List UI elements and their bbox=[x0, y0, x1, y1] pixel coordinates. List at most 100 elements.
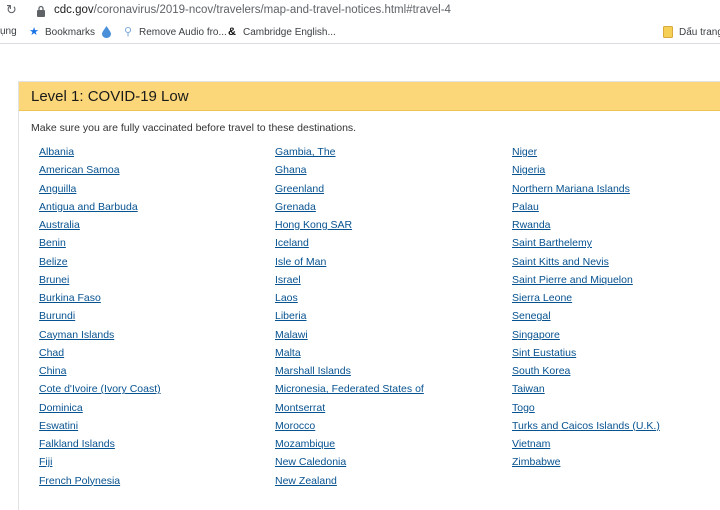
destination-link[interactable]: Australia bbox=[39, 219, 80, 231]
list-item: Turks and Caicos Islands (U.K.) bbox=[512, 420, 660, 438]
destination-link[interactable]: Laos bbox=[275, 292, 298, 304]
list-item: Laos bbox=[275, 292, 424, 310]
list-item: Dominica bbox=[39, 402, 161, 420]
bookmark-label: Bookmarks bbox=[45, 26, 96, 38]
star-icon: ★ bbox=[29, 26, 39, 38]
list-item: Greenland bbox=[275, 183, 424, 201]
destination-link[interactable]: New Zealand bbox=[275, 475, 337, 487]
destination-link[interactable]: Isle of Man bbox=[275, 256, 326, 268]
destination-link[interactable]: Fiji bbox=[39, 456, 52, 468]
address-bar[interactable]: ↻ cdc.gov/coronavirus/2019-ncov/traveler… bbox=[0, 0, 720, 22]
destination-link[interactable]: Sierra Leone bbox=[512, 292, 572, 304]
destination-link[interactable]: Sint Eustatius bbox=[512, 347, 576, 359]
destination-link[interactable]: Vietnam bbox=[512, 438, 550, 450]
list-item: Hong Kong SAR bbox=[275, 219, 424, 237]
destination-link[interactable]: Turks and Caicos Islands (U.K.) bbox=[512, 420, 660, 432]
destination-column-3: Niger Nigeria Northern Mariana Islands Pala… bbox=[512, 146, 660, 475]
list-item: Liberia bbox=[275, 310, 424, 328]
bookmark-item-remove-audio[interactable]: ⚲ Remove Audio fro... bbox=[122, 26, 227, 38]
destination-link[interactable]: Niger bbox=[512, 146, 537, 158]
destination-link[interactable]: Taiwan bbox=[512, 383, 545, 395]
url-host: cdc.gov bbox=[54, 4, 94, 16]
list-item: Vietnam bbox=[512, 438, 660, 456]
destination-link[interactable]: Eswatini bbox=[39, 420, 78, 432]
destination-link[interactable]: Dominica bbox=[39, 402, 83, 414]
destination-link[interactable]: China bbox=[39, 365, 66, 377]
destination-link[interactable]: Brunei bbox=[39, 274, 69, 286]
bookmark-item-drop[interactable] bbox=[100, 26, 117, 38]
bookmarks-bar: ụng ★ Bookmarks ⚲ Remove Audio fro... & Cam… bbox=[0, 22, 720, 44]
destination-link[interactable]: American Samoa bbox=[39, 164, 120, 176]
destination-link[interactable]: New Caledonia bbox=[275, 456, 346, 468]
list-item: Marshall Islands bbox=[275, 365, 424, 383]
destination-link[interactable]: Saint Barthelemy bbox=[512, 237, 592, 249]
destination-link[interactable]: Burundi bbox=[39, 310, 75, 322]
page-content: Level 1: COVID-19 Low Make sure you are … bbox=[0, 45, 720, 510]
bookmark-item-cut[interactable]: ụng bbox=[0, 26, 17, 37]
destination-link[interactable]: Israel bbox=[275, 274, 301, 286]
destination-link[interactable]: Anguilla bbox=[39, 183, 76, 195]
destination-link[interactable]: Nigeria bbox=[512, 164, 545, 176]
destination-link[interactable]: Ghana bbox=[275, 164, 307, 176]
destination-link[interactable]: Malawi bbox=[275, 329, 308, 341]
destination-link[interactable]: Liberia bbox=[275, 310, 307, 322]
destination-link[interactable]: Burkina Faso bbox=[39, 292, 101, 304]
list-item: Saint Kitts and Nevis bbox=[512, 256, 660, 274]
destination-link[interactable]: Chad bbox=[39, 347, 64, 359]
destination-link[interactable]: Cote d'Ivoire (Ivory Coast) bbox=[39, 383, 161, 395]
bookmark-folder-dau-trang[interactable]: Dấu trang bbox=[662, 26, 720, 38]
list-item: Mozambique bbox=[275, 438, 424, 456]
ampersand-icon: & bbox=[228, 26, 236, 38]
bookmark-item-cambridge[interactable]: & Cambridge English... bbox=[226, 26, 336, 38]
panel-header: Level 1: COVID-19 Low bbox=[19, 82, 720, 111]
destination-link[interactable]: Montserrat bbox=[275, 402, 325, 414]
destination-link[interactable]: Rwanda bbox=[512, 219, 551, 231]
destination-link[interactable]: Northern Mariana Islands bbox=[512, 183, 630, 195]
destination-link[interactable]: Antigua and Barbuda bbox=[39, 201, 138, 213]
drop-icon bbox=[100, 26, 112, 38]
destination-link[interactable]: Mozambique bbox=[275, 438, 335, 450]
destination-link[interactable]: Cayman Islands bbox=[39, 329, 114, 341]
reload-icon[interactable]: ↻ bbox=[6, 3, 20, 17]
destination-link[interactable]: Albania bbox=[39, 146, 74, 158]
list-item: Sint Eustatius bbox=[512, 347, 660, 365]
destination-link[interactable]: Zimbabwe bbox=[512, 456, 560, 468]
destination-link[interactable]: Palau bbox=[512, 201, 539, 213]
list-item: Iceland bbox=[275, 237, 424, 255]
list-item: Burundi bbox=[39, 310, 161, 328]
destination-link[interactable]: Togo bbox=[512, 402, 535, 414]
destination-link[interactable]: Senegal bbox=[512, 310, 551, 322]
destination-link[interactable]: Benin bbox=[39, 237, 66, 249]
destination-link[interactable]: Micronesia, Federated States of bbox=[275, 383, 424, 395]
list-item: French Polynesia bbox=[39, 475, 161, 493]
destination-link[interactable]: Hong Kong SAR bbox=[275, 219, 352, 231]
destination-link[interactable]: Marshall Islands bbox=[275, 365, 351, 377]
destination-link[interactable]: South Korea bbox=[512, 365, 570, 377]
destination-link[interactable]: Saint Kitts and Nevis bbox=[512, 256, 609, 268]
list-item: Anguilla bbox=[39, 183, 161, 201]
destination-link[interactable]: Iceland bbox=[275, 237, 309, 249]
list-item: Gambia, The bbox=[275, 146, 424, 164]
lock-icon[interactable] bbox=[36, 4, 46, 17]
destination-link[interactable]: Morocco bbox=[275, 420, 315, 432]
folder-icon bbox=[662, 26, 674, 38]
bookmark-label: Dấu trang bbox=[679, 26, 720, 38]
destination-link[interactable]: Malta bbox=[275, 347, 301, 359]
list-item: Taiwan bbox=[512, 383, 660, 401]
destination-link[interactable]: Belize bbox=[39, 256, 68, 268]
destination-link[interactable]: Greenland bbox=[275, 183, 324, 195]
destination-link[interactable]: Saint Pierre and Miquelon bbox=[512, 274, 633, 286]
url-text[interactable]: cdc.gov/coronavirus/2019-ncov/travelers/… bbox=[54, 4, 451, 16]
panel-intro: Make sure you are fully vaccinated befor… bbox=[31, 122, 357, 134]
destination-link[interactable]: Grenada bbox=[275, 201, 316, 213]
destination-link[interactable]: Falkland Islands bbox=[39, 438, 115, 450]
list-item: Malawi bbox=[275, 329, 424, 347]
list-item: China bbox=[39, 365, 161, 383]
bookmark-item-bookmarks[interactable]: ★ Bookmarks bbox=[28, 26, 95, 38]
destination-link[interactable]: Gambia, The bbox=[275, 146, 336, 158]
destination-link[interactable]: French Polynesia bbox=[39, 475, 120, 487]
list-item: Australia bbox=[39, 219, 161, 237]
list-item: Singapore bbox=[512, 329, 660, 347]
list-item: Micronesia, Federated States of bbox=[275, 383, 424, 401]
destination-link[interactable]: Singapore bbox=[512, 329, 560, 341]
